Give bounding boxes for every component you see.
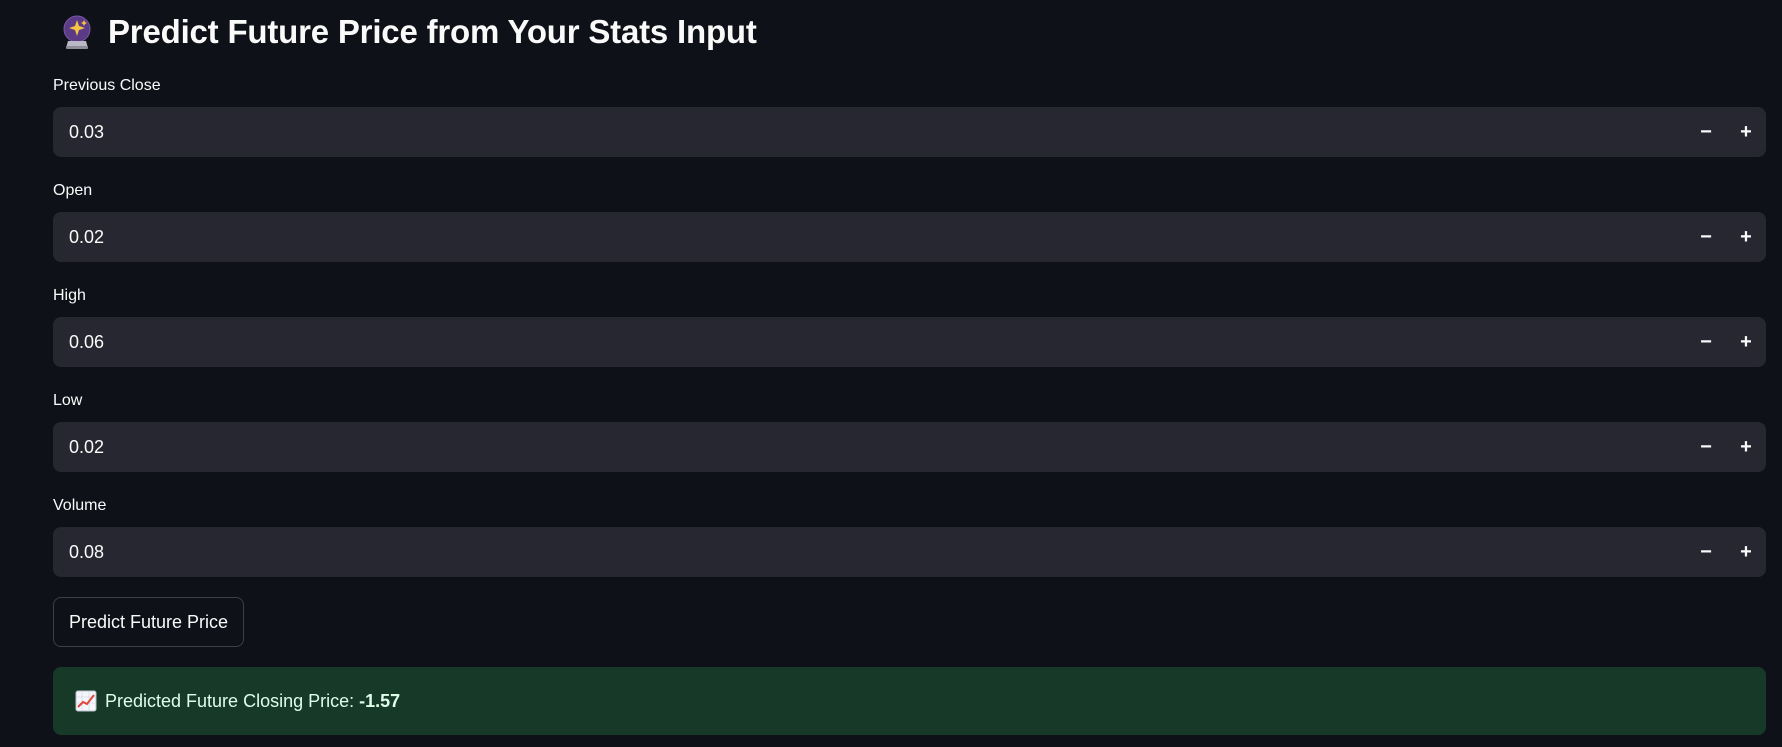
- prediction-result-label: Predicted Future Closing Price:: [105, 690, 355, 711]
- volume-increment-button[interactable]: +: [1726, 527, 1766, 577]
- open-decrement-button[interactable]: −: [1686, 212, 1726, 262]
- volume-decrement-button[interactable]: −: [1686, 527, 1726, 577]
- volume-value[interactable]: 0.08: [53, 542, 1686, 563]
- previous-close-decrement-button[interactable]: −: [1686, 107, 1726, 157]
- previous-close-input[interactable]: 0.03 − +: [53, 107, 1766, 157]
- open-value[interactable]: 0.02: [53, 227, 1686, 248]
- open-input[interactable]: 0.02 − +: [53, 212, 1766, 262]
- previous-close-label: Previous Close: [53, 77, 161, 94]
- prediction-result-alert: Predicted Future Closing Price: -1.57: [53, 667, 1766, 735]
- high-label: High: [53, 287, 86, 304]
- high-value[interactable]: 0.06: [53, 332, 1686, 353]
- low-value[interactable]: 0.02: [53, 437, 1686, 458]
- crystal-ball-icon: [60, 14, 94, 50]
- previous-close-value[interactable]: 0.03: [53, 122, 1686, 143]
- page-title-text: Predict Future Price from Your Stats Inp…: [108, 13, 757, 50]
- open-label: Open: [53, 182, 93, 199]
- app-page: Predict Future Price from Your Stats Inp…: [0, 0, 1782, 747]
- chart-increasing-icon: [75, 690, 97, 712]
- high-decrement-button[interactable]: −: [1686, 317, 1726, 367]
- low-decrement-button[interactable]: −: [1686, 422, 1726, 472]
- low-increment-button[interactable]: +: [1726, 422, 1766, 472]
- volume-input[interactable]: 0.08 − +: [53, 527, 1766, 577]
- low-label: Low: [53, 392, 83, 409]
- prediction-result-value: -1.57: [359, 690, 401, 711]
- volume-label: Volume: [53, 497, 107, 514]
- previous-close-increment-button[interactable]: +: [1726, 107, 1766, 157]
- page-title: Predict Future Price from Your Stats Inp…: [60, 8, 757, 56]
- low-input[interactable]: 0.02 − +: [53, 422, 1766, 472]
- predict-future-price-button[interactable]: Predict Future Price: [53, 597, 245, 647]
- open-increment-button[interactable]: +: [1726, 212, 1766, 262]
- high-input[interactable]: 0.06 − +: [53, 317, 1766, 367]
- high-increment-button[interactable]: +: [1726, 317, 1766, 367]
